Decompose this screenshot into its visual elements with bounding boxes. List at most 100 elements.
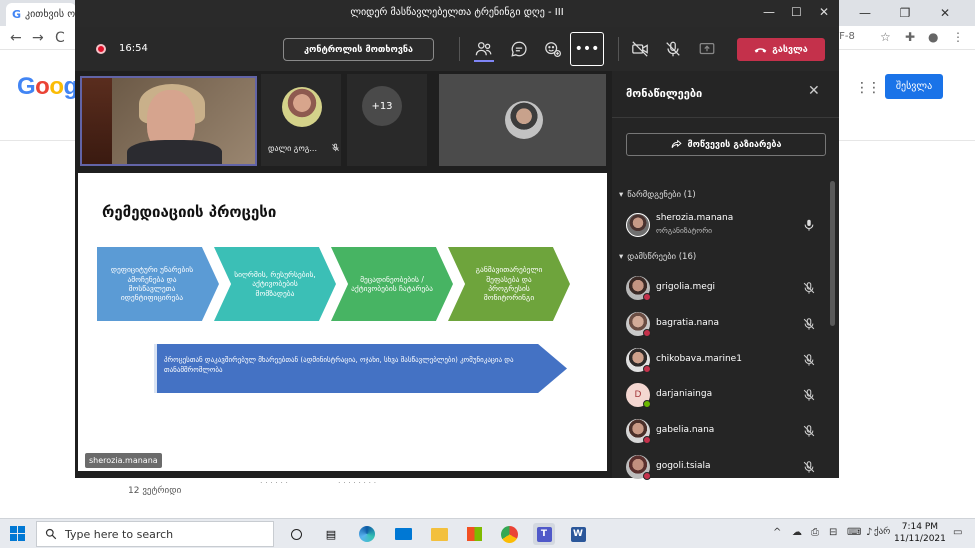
presenters-section-header[interactable]: ▾ წარმდგენები (1): [619, 190, 696, 200]
widgets-icon[interactable]: ▤: [320, 523, 342, 545]
minimize-icon[interactable]: —: [763, 5, 775, 19]
people-active-indicator: [474, 60, 494, 62]
process-step-1: დეფიციტური უნარების ამოჩენება და მოსწავლ…: [97, 247, 219, 321]
chrome-tab[interactable]: G კითხვის ოც: [6, 3, 76, 26]
back-arrow-icon[interactable]: ←: [10, 30, 22, 46]
participant-row[interactable]: chikobava.marine1: [612, 343, 827, 377]
maximize-icon[interactable]: ☐: [791, 5, 802, 19]
participant-row[interactable]: D darjaniainga: [612, 378, 827, 412]
language-indicator[interactable]: ქარ: [874, 527, 890, 537]
chrome-close-icon[interactable]: ✕: [925, 0, 965, 26]
bookshelf-background: [82, 78, 112, 164]
mic-off-icon: [802, 280, 818, 296]
status-busy-icon: [643, 293, 651, 301]
presenters-label: წარმდგენები (1): [627, 190, 696, 200]
participant-row[interactable]: gogoli.tsiala: [612, 450, 827, 484]
participant-name: sherozia.manana: [656, 213, 734, 223]
panel-divider: [612, 117, 839, 118]
notifications-icon[interactable]: ▭: [953, 527, 962, 538]
participant-avatar: [505, 101, 543, 139]
participant-video-tile[interactable]: [439, 74, 606, 166]
sign-in-button[interactable]: შესვლა: [885, 74, 943, 99]
volume-icon[interactable]: ♪: [866, 527, 872, 538]
status-available-icon: [643, 400, 651, 408]
overflow-participants-tile[interactable]: +13: [347, 74, 427, 166]
people-icon[interactable]: [470, 36, 498, 62]
toolbar-divider: [618, 37, 619, 61]
clock-date: 11/11/2021: [894, 533, 946, 544]
teams-title-bar: ლიდერ მასწავლებელთა ტრენინგი დღე - III —…: [75, 0, 839, 27]
file-explorer-icon[interactable]: [428, 523, 450, 545]
profile-icon[interactable]: ●: [928, 30, 938, 44]
mic-off-icon: [802, 352, 818, 368]
edge-icon[interactable]: [356, 523, 378, 545]
participant-name: gogoli.tsiala: [656, 461, 711, 471]
taskbar-search-input[interactable]: Type here to search: [36, 521, 274, 547]
meeting-toolbar: 16:54 კონტროლის მოთხოვნა ••• გასვლა: [75, 27, 839, 71]
share-invite-button[interactable]: მოწვევის გაზიარება: [626, 133, 826, 156]
attendees-label: დამსწრეები (16): [627, 252, 697, 262]
reactions-icon[interactable]: [539, 36, 567, 62]
mic-off-icon: [802, 387, 818, 403]
bookmark-star-icon[interactable]: ☆: [880, 30, 891, 44]
chat-icon[interactable]: [505, 36, 533, 62]
search-icon: [45, 528, 57, 540]
teams-taskbar-icon[interactable]: T: [533, 523, 555, 545]
participants-panel: მონაწილეები ✕ მოწვევის გაზიარება ▾ წარმდ…: [612, 71, 839, 480]
participant-role: ორგანიზატორი: [656, 226, 713, 235]
participant-row[interactable]: bagratia.nana: [612, 307, 827, 341]
clock[interactable]: 7:14 PM 11/11/2021: [894, 522, 946, 545]
windows-start-icon[interactable]: [10, 526, 25, 541]
keyboard-icon[interactable]: ⌨: [847, 527, 861, 538]
leave-meeting-button[interactable]: გასვლა: [737, 38, 825, 61]
chrome-minimize-icon[interactable]: —: [845, 0, 885, 26]
store-icon[interactable]: [463, 523, 485, 545]
process-step-4: განმავითარებელი შეფასება და პროგრესის მო…: [448, 247, 570, 321]
word-icon[interactable]: W: [567, 523, 589, 545]
chrome-taskbar-icon[interactable]: [498, 523, 520, 545]
status-busy-icon: [643, 365, 651, 373]
participant-name: bagratia.nana: [656, 318, 719, 328]
participant-video-tile[interactable]: დალი გოგ...: [261, 74, 341, 166]
chrome-tab-title: კითხვის ოც: [25, 9, 76, 20]
panel-scrollbar[interactable]: [830, 181, 835, 326]
mail-icon[interactable]: [392, 523, 414, 545]
clock-time: 7:14 PM: [901, 522, 939, 532]
google-logo: Googl: [17, 73, 84, 100]
search-placeholder: Type here to search: [65, 527, 174, 541]
network-icon[interactable]: ⊟: [829, 527, 837, 538]
toolbar-divider: [459, 37, 460, 61]
task-view-icon[interactable]: [285, 523, 307, 545]
participant-row-presenter[interactable]: sherozia.manana ორგანიზატორი: [612, 208, 827, 242]
request-control-button[interactable]: კონტროლის მოთხოვნა: [283, 38, 434, 61]
participant-row[interactable]: gabelia.nana: [612, 414, 827, 448]
more-actions-button[interactable]: •••: [570, 32, 604, 66]
phone-hangup-icon: [754, 47, 767, 53]
status-busy-icon: [643, 472, 651, 480]
communication-arrow: პროცესთან დაკავშირებულ მხარეებთან (ადმინ…: [154, 344, 567, 393]
teams-meeting-window: ლიდერ მასწავლებელთა ტრენინგი დღე - III —…: [75, 0, 839, 480]
close-icon[interactable]: ✕: [819, 5, 829, 19]
meeting-timer: 16:54: [119, 43, 148, 54]
forward-arrow-icon[interactable]: →: [32, 30, 44, 46]
onedrive-icon[interactable]: ☁: [792, 527, 802, 538]
mic-off-icon: [802, 423, 818, 439]
mic-off-icon: [802, 316, 818, 332]
participant-row[interactable]: grigolia.megi: [612, 271, 827, 305]
chrome-menu-icon[interactable]: ⋮: [952, 30, 964, 44]
participant-name: chikobava.marine1: [656, 354, 742, 364]
mic-off-icon[interactable]: [659, 36, 687, 62]
active-speaker-video[interactable]: [80, 76, 257, 166]
desktop-screen: G კითხვის ოც — ❐ ✕ ← → C TF-8 ☆ ✚ ● ⋮ Go…: [0, 0, 975, 548]
close-panel-icon[interactable]: ✕: [808, 83, 820, 99]
attendees-section-header[interactable]: ▾ დამსწრეები (16): [619, 252, 696, 262]
chrome-maximize-icon[interactable]: ❐: [885, 0, 925, 26]
tray-chevron-icon[interactable]: ^: [773, 527, 781, 538]
process-step-3: მეცადინეობების / აქტივობების ჩატარება: [331, 247, 453, 321]
share-tray-icon[interactable]: [693, 36, 721, 62]
mic-on-icon: [802, 217, 818, 233]
reload-icon[interactable]: C: [55, 30, 65, 46]
camera-off-icon[interactable]: [626, 36, 654, 62]
extensions-icon[interactable]: ✚: [905, 30, 915, 44]
printer-icon[interactable]: ⎙: [811, 527, 819, 538]
